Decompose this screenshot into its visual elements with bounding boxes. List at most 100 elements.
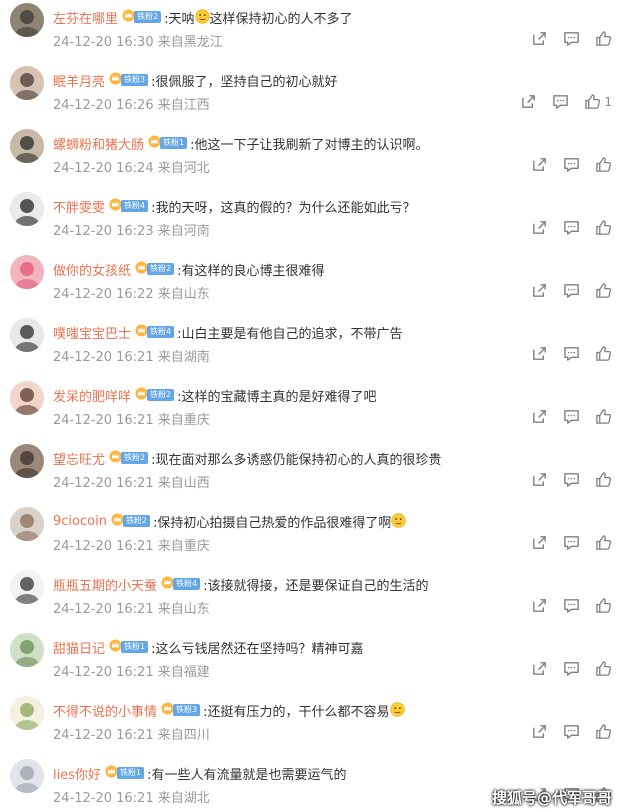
username[interactable]: 眠羊月亮 <box>53 71 105 90</box>
comment-icon[interactable] <box>563 282 580 299</box>
avatar[interactable] <box>10 444 44 478</box>
username[interactable]: 左芬在哪里 <box>53 8 118 27</box>
avatar[interactable] <box>10 759 44 793</box>
comment-actions <box>516 597 612 614</box>
share-icon[interactable] <box>531 219 548 236</box>
comment-text: :有这样的良心博主很难得 <box>177 263 325 279</box>
share-icon[interactable] <box>531 282 548 299</box>
share-icon[interactable] <box>531 660 548 677</box>
comment-icon[interactable] <box>563 534 580 551</box>
username[interactable]: 噗嗤宝宝巴士 <box>53 323 131 342</box>
comment-icon[interactable] <box>563 723 580 740</box>
comment-location: 来自湖南 <box>157 350 210 365</box>
thumbs-up-icon[interactable] <box>584 93 601 110</box>
comment-icon[interactable] <box>563 597 580 614</box>
username[interactable]: 9ciocoin <box>53 514 107 529</box>
username[interactable]: 瓶瓶五期的小天蚕 <box>53 575 157 594</box>
comment-icon[interactable] <box>563 219 580 236</box>
avatar[interactable] <box>10 633 44 667</box>
like-count: 1 <box>604 94 612 109</box>
share-icon[interactable] <box>531 534 548 551</box>
fan-level: 铁粉2 <box>121 452 149 464</box>
share-icon[interactable] <box>531 597 548 614</box>
comment-time: 24-12-20 16:22 <box>53 287 154 302</box>
thumbs-up-icon[interactable] <box>595 534 612 551</box>
avatar[interactable] <box>10 66 44 100</box>
comment-location: 来自江西 <box>157 98 210 113</box>
thumbs-up-icon[interactable] <box>595 156 612 173</box>
comment-item: 甜猫日记 铁粉1:这么亏钱居然还在坚持吗？精神可嘉 24-12-20 16:21 来… <box>0 630 626 693</box>
thumbs-up-icon[interactable] <box>595 282 612 299</box>
comment-location: 来自山东 <box>157 602 210 617</box>
comment-icon[interactable] <box>563 345 580 362</box>
comment-location: 来自黑龙江 <box>157 35 223 50</box>
avatar[interactable] <box>10 192 44 226</box>
thumbs-up-icon[interactable] <box>595 723 612 740</box>
fan-badge: 铁粉2 <box>135 260 175 276</box>
avatar[interactable] <box>10 255 44 289</box>
share-icon[interactable] <box>531 723 548 740</box>
share-icon[interactable] <box>531 471 548 488</box>
fan-badge: 铁粉2 <box>109 449 149 465</box>
share-icon[interactable] <box>531 156 548 173</box>
emoji-face-icon <box>391 513 407 529</box>
comment-text: :我的天呀，这真的假的？为什么还能如此亏？ <box>151 200 416 216</box>
comment-time: 24-12-20 16:23 <box>53 224 154 239</box>
comment-item: 发呆的肥咩咩 铁粉2:这样的宝藏博主真的是好难得了吧 24-12-20 16:21 … <box>0 378 626 441</box>
fan-badge: 铁粉4 <box>135 323 175 339</box>
share-icon[interactable] <box>531 408 548 425</box>
comment-item: 螺蛳粉和猪大肠 铁粉1:他这一下子让我刷新了对博主的认识啊。 24-12-20 16… <box>0 126 626 189</box>
thumbs-up-icon[interactable] <box>595 219 612 236</box>
thumbs-up-icon[interactable] <box>595 597 612 614</box>
comment-item: 不得不说的小事情 铁粉3:还挺有压力的，干什么都不容易 24-12-20 16:21… <box>0 693 626 756</box>
comment-time: 24-12-20 16:21 <box>53 665 154 680</box>
comment-icon[interactable] <box>563 156 580 173</box>
comment-icon[interactable] <box>563 660 580 677</box>
thumbs-up-icon[interactable] <box>595 30 612 47</box>
comment-icon[interactable] <box>552 93 569 110</box>
comment-text: :天呐 <box>164 11 195 27</box>
fan-badge: 铁粉3 <box>161 701 201 717</box>
comment-location: 来自河南 <box>157 224 210 239</box>
username[interactable]: lies你好 <box>53 764 101 783</box>
thumbs-up-icon[interactable] <box>595 471 612 488</box>
username[interactable]: 望忘旺尤 <box>53 449 105 468</box>
avatar[interactable] <box>10 129 44 163</box>
share-icon[interactable] <box>531 30 548 47</box>
username[interactable]: 不得不说的小事情 <box>53 701 157 720</box>
fan-badge: 铁粉1 <box>109 638 149 654</box>
comment-icon[interactable] <box>563 471 580 488</box>
comment-location: 来自重庆 <box>157 413 210 428</box>
share-icon[interactable] <box>531 345 548 362</box>
share-icon[interactable] <box>520 93 537 110</box>
fan-badge: 铁粉3 <box>109 71 149 87</box>
comment-location: 来自山西 <box>157 476 210 491</box>
comment-text: :这样的宝藏博主真的是好难得了吧 <box>177 389 377 405</box>
comment-actions <box>516 660 612 677</box>
fan-badge: 铁粉1 <box>148 134 188 150</box>
comment-icon[interactable] <box>563 408 580 425</box>
comment-actions: 1 <box>505 93 612 110</box>
comment-icon[interactable] <box>563 30 580 47</box>
avatar[interactable] <box>10 570 44 604</box>
avatar[interactable] <box>10 696 44 730</box>
comment-text: :很佩服了，坚持自己的初心就好 <box>151 74 338 90</box>
avatar[interactable] <box>10 318 44 352</box>
avatar[interactable] <box>10 3 44 37</box>
username[interactable]: 发呆的肥咩咩 <box>53 386 131 405</box>
emoji-face-icon <box>194 9 210 25</box>
username[interactable]: 做你的女孩纸 <box>53 260 131 279</box>
comment-text: :保持初心拍摄自己热爱的作品很难得了啊 <box>153 515 392 531</box>
avatar[interactable] <box>10 507 44 541</box>
fan-level: 铁粉3 <box>121 74 149 86</box>
avatar[interactable] <box>10 381 44 415</box>
username[interactable]: 螺蛳粉和猪大肠 <box>53 134 144 153</box>
username[interactable]: 甜猫日记 <box>53 638 105 657</box>
thumbs-up-icon[interactable] <box>595 345 612 362</box>
thumbs-up-icon[interactable] <box>595 660 612 677</box>
thumbs-up-icon[interactable] <box>595 408 612 425</box>
fan-level: 铁粉2 <box>122 515 151 527</box>
comment-item: 噗嗤宝宝巴士 铁粉4:山白主要是有他自己的追求，不带广告 24-12-20 16:2… <box>0 315 626 378</box>
fan-level: 铁粉1 <box>117 767 145 779</box>
username[interactable]: 不胖雯雯 <box>53 197 105 216</box>
